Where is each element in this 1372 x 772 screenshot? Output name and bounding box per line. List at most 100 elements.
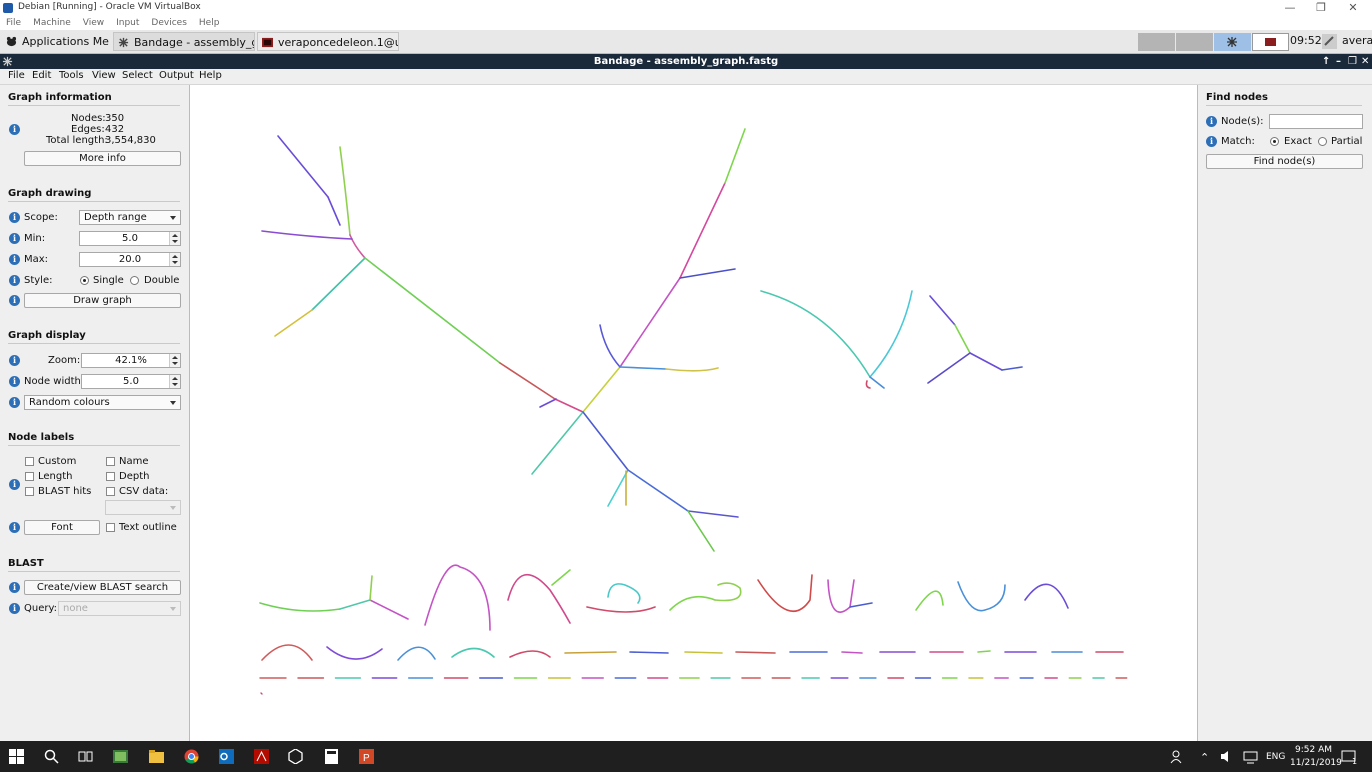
graph-node[interactable] <box>714 582 742 602</box>
taskbar-date[interactable]: 11/21/2019 <box>1290 758 1342 768</box>
graph-node[interactable] <box>339 146 351 236</box>
powerpoint-icon[interactable]: P <box>359 749 374 764</box>
blast-query-dropdown[interactable]: none <box>58 601 181 616</box>
task-view-icon[interactable] <box>78 749 93 764</box>
workspace-3[interactable] <box>1214 33 1251 51</box>
workspace-1[interactable] <box>1138 33 1175 51</box>
close-icon[interactable]: ✕ <box>1337 0 1369 16</box>
custom-checkbox[interactable] <box>25 457 34 466</box>
spin-arrows-icon[interactable] <box>169 375 180 388</box>
font-button[interactable]: Font <box>24 520 100 535</box>
graph-node[interactable] <box>957 581 1006 612</box>
graph-node[interactable] <box>1001 366 1023 371</box>
csv-column-dropdown[interactable] <box>105 500 181 515</box>
csv-data-checkbox[interactable] <box>106 487 115 496</box>
graph-node[interactable] <box>687 510 715 552</box>
graph-node[interactable] <box>554 398 584 413</box>
file-explorer-icon[interactable] <box>149 749 164 764</box>
colour-scheme-dropdown[interactable]: Random colours <box>24 395 181 410</box>
window-maximize-icon[interactable]: ❐ <box>1348 54 1357 69</box>
people-icon[interactable] <box>1169 749 1184 764</box>
photos-app-icon[interactable] <box>113 749 128 764</box>
search-icon[interactable] <box>44 749 59 764</box>
window-up-icon[interactable]: ↑ <box>1322 54 1330 69</box>
chrome-icon[interactable] <box>184 749 199 764</box>
node-width-spinbox[interactable]: 5.0 <box>81 374 181 389</box>
graph-node[interactable] <box>599 324 621 368</box>
windows-start-icon[interactable] <box>9 749 24 764</box>
info-icon[interactable]: i <box>9 582 20 593</box>
text-outline-checkbox[interactable] <box>106 523 115 532</box>
graph-node[interactable] <box>539 398 557 408</box>
graph-node[interactable] <box>369 575 373 601</box>
window-close-icon[interactable]: ✕ <box>1361 54 1369 69</box>
info-icon[interactable]: i <box>9 397 20 408</box>
spin-arrows-icon[interactable] <box>169 232 180 245</box>
graph-node[interactable] <box>507 573 571 624</box>
graph-node[interactable] <box>929 295 956 326</box>
graph-node[interactable] <box>451 647 495 658</box>
graph-node[interactable] <box>499 362 556 400</box>
graph-node[interactable] <box>849 602 873 608</box>
graph-node[interactable] <box>841 651 863 654</box>
graph-node[interactable] <box>261 230 353 240</box>
graph-node[interactable] <box>424 564 491 631</box>
acrobat-icon[interactable] <box>254 749 269 764</box>
info-icon[interactable]: i <box>1206 136 1217 147</box>
more-info-button[interactable]: More info <box>24 151 181 166</box>
graph-node[interactable] <box>669 595 716 611</box>
graph-node[interactable] <box>665 367 719 372</box>
info-icon[interactable]: i <box>9 522 20 533</box>
graph-node[interactable] <box>274 309 313 337</box>
graph-node[interactable] <box>326 646 383 660</box>
taskbar-time[interactable]: 9:52 AM <box>1295 745 1332 755</box>
graph-node[interactable] <box>261 644 313 661</box>
host-menu-help[interactable]: Help <box>199 16 220 30</box>
graph-node[interactable] <box>679 182 726 279</box>
window-minimize-icon[interactable]: – <box>1336 54 1341 69</box>
menu-file[interactable]: File <box>8 70 25 81</box>
graph-node[interactable] <box>582 411 629 471</box>
graph-node[interactable] <box>607 583 641 604</box>
graph-node[interactable] <box>607 469 629 507</box>
host-menu-file[interactable]: File <box>6 16 21 30</box>
graph-node[interactable] <box>687 510 739 518</box>
match-partial-radio[interactable] <box>1318 137 1327 146</box>
graph-node[interactable] <box>339 599 371 610</box>
length-checkbox[interactable] <box>25 472 34 481</box>
info-icon[interactable]: i <box>9 376 20 387</box>
scope-dropdown[interactable]: Depth range <box>79 210 181 225</box>
graph-node[interactable] <box>327 196 341 226</box>
restore-icon[interactable]: ❐ <box>1305 0 1337 16</box>
graph-node[interactable] <box>259 602 341 612</box>
max-depth-spinbox[interactable]: 20.0 <box>79 252 181 267</box>
host-menu-input[interactable]: Input <box>116 16 139 30</box>
info-icon[interactable]: i <box>9 254 20 265</box>
graph-node[interactable] <box>679 268 736 279</box>
host-menu-machine[interactable]: Machine <box>33 16 71 30</box>
spin-arrows-icon[interactable] <box>169 354 180 367</box>
graph-node[interactable] <box>915 590 944 611</box>
graph-node[interactable] <box>735 651 776 654</box>
info-icon[interactable]: i <box>9 603 20 614</box>
blast-hits-checkbox[interactable] <box>25 487 34 496</box>
host-menu-devices[interactable]: Devices <box>151 16 186 30</box>
draw-graph-button[interactable]: Draw graph <box>24 293 181 308</box>
graph-node[interactable] <box>509 650 551 658</box>
graph-node[interactable] <box>619 277 681 368</box>
menu-edit[interactable]: Edit <box>32 70 51 81</box>
graph-node[interactable] <box>564 651 617 654</box>
match-exact-radio[interactable] <box>1270 137 1279 146</box>
menu-view[interactable]: View <box>92 70 116 81</box>
depth-checkbox[interactable] <box>106 472 115 481</box>
graph-node[interactable] <box>531 411 584 475</box>
menu-help[interactable]: Help <box>199 70 222 81</box>
nodes-search-input[interactable] <box>1269 114 1363 129</box>
info-icon[interactable]: i <box>9 479 20 490</box>
graph-node[interactable] <box>684 651 723 654</box>
host-menu-view[interactable]: View <box>83 16 104 30</box>
menu-output[interactable]: Output <box>159 70 194 81</box>
graph-node[interactable] <box>586 606 656 613</box>
volume-icon[interactable] <box>1219 749 1234 764</box>
calculator-icon[interactable] <box>324 749 339 764</box>
